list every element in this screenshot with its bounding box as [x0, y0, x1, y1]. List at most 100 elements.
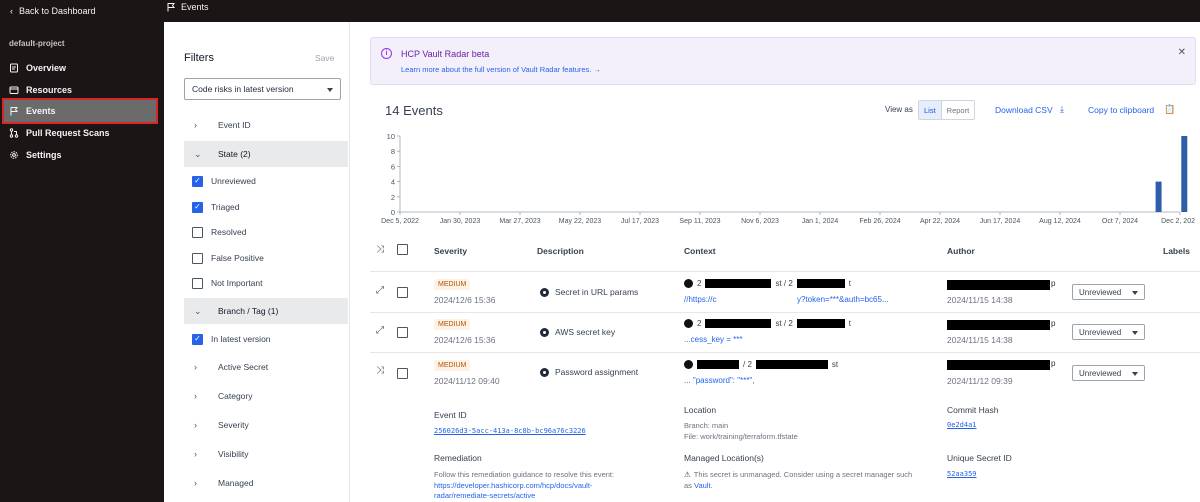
managed-text-line2: as Vault. [684, 481, 713, 490]
github-icon [684, 360, 693, 369]
author-date: 2024/11/15 14:38 [947, 295, 1013, 305]
status-dropdown[interactable]: Unreviewed [1072, 324, 1145, 340]
filter-group-state[interactable]: ⌄ State (2) [184, 141, 348, 167]
filter-group-severity[interactable]: › Severity [184, 412, 348, 438]
author-date: 2024/11/15 14:38 [947, 335, 1013, 345]
filter-group-label: Active Secret [218, 362, 269, 372]
collapse-row-icon[interactable]: ⤨ [376, 365, 384, 376]
unique-secret-id-link[interactable]: 52aa359 [947, 470, 977, 478]
filter-option-triaged[interactable]: ✓ Triaged [192, 198, 240, 216]
filter-group-category[interactable]: › Category [184, 383, 348, 409]
chevron-right-icon: › [194, 120, 197, 130]
filters-panel: Filters Save Code risks in latest versio… [164, 22, 350, 502]
close-icon[interactable]: ✕ [1178, 47, 1186, 58]
flag-icon [167, 3, 175, 12]
filter-option-resolved[interactable]: Resolved [192, 223, 246, 241]
unique-secret-id-label: Unique Secret ID [947, 453, 1012, 463]
column-header-author[interactable]: Author [947, 246, 975, 256]
context-repo[interactable]: 2 st / 2 t [684, 319, 851, 328]
column-header-severity[interactable]: Severity [434, 246, 467, 256]
row-checkbox[interactable] [397, 287, 408, 298]
checkbox[interactable] [192, 252, 203, 264]
managed-warning: ⚠ This secret is unmanaged. Consider usin… [684, 470, 912, 479]
column-header-context[interactable]: Context [684, 246, 716, 256]
sidebar-item-settings[interactable]: Settings [4, 144, 156, 166]
download-icon[interactable]: ⤓ [1060, 104, 1064, 115]
vault-link[interactable]: Vault [694, 481, 711, 490]
filter-option-unreviewed[interactable]: ✓ Unreviewed [192, 172, 256, 190]
expand-all-icon[interactable]: ⤨ [376, 244, 384, 255]
row-checkbox[interactable] [397, 368, 408, 379]
x-tick-label: Aug 12, 2024 [1039, 218, 1081, 225]
expand-row-icon[interactable]: ⤢ [376, 325, 384, 336]
event-id-link[interactable]: 256026d3-5acc-413a-8c8b-bc96a76c3226 [434, 427, 586, 435]
filter-group-active-secret[interactable]: › Active Secret [184, 354, 348, 380]
status-dropdown[interactable]: Unreviewed [1072, 284, 1145, 300]
clipboard-icon[interactable]: 📋 [1164, 104, 1175, 115]
save-filters-button[interactable]: Save [315, 53, 334, 63]
select-all-checkbox[interactable] [397, 244, 408, 255]
status-value: Unreviewed [1079, 328, 1122, 337]
event-date: 2024/12/6 15:36 [434, 335, 496, 345]
context-repo[interactable]: / 2 st [684, 360, 838, 369]
column-header-labels[interactable]: Labels [1163, 246, 1190, 256]
row-checkbox[interactable] [397, 327, 408, 338]
checkbox[interactable] [192, 226, 203, 238]
back-label: Back to Dashboard [19, 6, 96, 16]
event-id-label: Event ID [434, 410, 467, 420]
back-to-dashboard-link[interactable]: ‹ Back to Dashboard [10, 6, 96, 16]
filter-option-not-important[interactable]: Not Important [192, 274, 263, 292]
context-repo[interactable]: 2 st / 2 t [684, 279, 851, 288]
chevron-right-icon: › [194, 362, 197, 372]
sidebar-item-events[interactable]: Events [2, 98, 158, 124]
secret-type-icon [540, 287, 549, 297]
event-description: AWS secret key [540, 327, 615, 337]
chevron-left-icon: ‹ [10, 6, 13, 16]
view-list-button[interactable]: List [919, 101, 942, 119]
download-csv-link[interactable]: Download CSV [995, 105, 1053, 115]
commit-hash-label: Commit Hash [947, 405, 999, 415]
checkbox-checked[interactable]: ✓ [192, 175, 203, 187]
filter-group-event-id[interactable]: › Event ID [184, 112, 348, 138]
checkbox[interactable] [192, 277, 203, 289]
remediation-link[interactable]: radar/remediate-secrets/active [434, 491, 535, 500]
github-icon [684, 319, 693, 328]
repo-text: st / 2 [775, 279, 793, 288]
checkbox-checked[interactable]: ✓ [192, 333, 203, 345]
status-value: Unreviewed [1079, 369, 1122, 378]
context-snippet[interactable]: y?token=***&auth=bc65... [797, 295, 889, 304]
event-date: 2024/12/6 15:36 [434, 295, 496, 305]
sidebar-item-label: Settings [26, 150, 62, 160]
status-dropdown[interactable]: Unreviewed [1072, 365, 1145, 381]
banner-learn-more-link[interactable]: Learn more about the full version of Vau… [401, 65, 601, 74]
filter-preset-select[interactable]: Code risks in latest version [184, 78, 341, 100]
filter-option-in-latest-version[interactable]: ✓ In latest version [192, 330, 271, 348]
filter-group-branch[interactable]: ⌄ Branch / Tag (1) [184, 298, 348, 324]
table-row-expanded[interactable]: ⤨ MEDIUM 2024/11/12 09:40 Password assig… [370, 353, 1200, 502]
filter-option-false-positive[interactable]: False Positive [192, 249, 264, 267]
sidebar-item-pull-request-scans[interactable]: Pull Request Scans [4, 122, 156, 144]
filter-group-managed[interactable]: › Managed [184, 470, 348, 496]
severity-badge: MEDIUM [434, 319, 471, 330]
histogram-bar[interactable] [1181, 136, 1188, 212]
histogram-bar[interactable] [1155, 181, 1162, 212]
filter-group-visibility[interactable]: › Visibility [184, 441, 348, 467]
y-tick-label: 4 [391, 178, 395, 187]
sidebar-item-resources[interactable]: Resources [4, 79, 156, 101]
sidebar-item-overview[interactable]: Overview [4, 57, 156, 79]
context-snippet[interactable]: //https://c [684, 295, 716, 304]
context-snippet[interactable]: ...cess_key = *** [684, 335, 742, 344]
view-report-button[interactable]: Report [942, 101, 975, 119]
table-row[interactable]: ⤢ MEDIUM 2024/12/6 15:36 AWS secret key … [370, 313, 1200, 353]
column-header-description[interactable]: Description [537, 246, 584, 256]
commit-hash-link[interactable]: 0e2d4a1 [947, 421, 977, 429]
copy-to-clipboard-link[interactable]: Copy to clipboard [1088, 105, 1154, 115]
filter-option-label: Unreviewed [211, 176, 256, 186]
table-row[interactable]: ⤢ MEDIUM 2024/12/6 15:36 Secret in URL p… [370, 272, 1200, 313]
x-tick-label: Nov 6, 2023 [741, 218, 779, 225]
checkbox-checked[interactable]: ✓ [192, 201, 203, 213]
context-snippet[interactable]: ... "password": "***", [684, 376, 755, 385]
remediation-link[interactable]: https://developer.hashicorp.com/hcp/docs… [434, 481, 592, 490]
expand-row-icon[interactable]: ⤢ [376, 285, 384, 296]
x-tick-label: Sep 11, 2023 [679, 218, 720, 225]
